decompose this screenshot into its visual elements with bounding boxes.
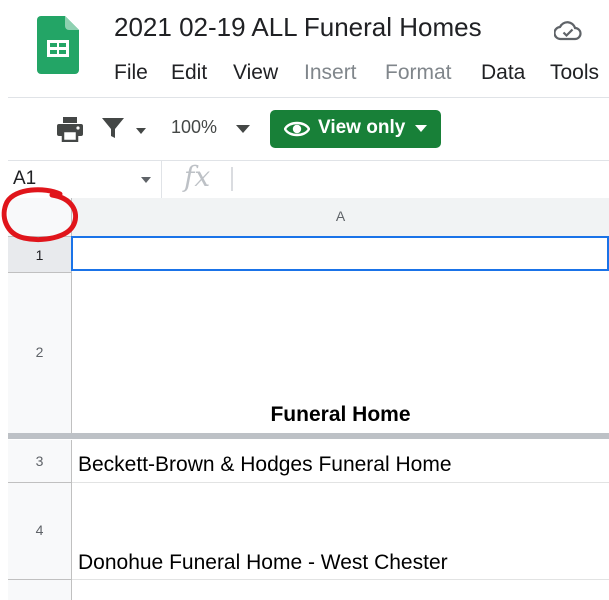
cell-text: Beckett-Brown & Hodges Funeral Home <box>78 453 452 476</box>
column-header-a[interactable]: A <box>72 198 609 237</box>
view-only-label: View only <box>318 117 406 138</box>
cell-a4[interactable]: Donohue Funeral Home - West Chester <box>72 483 609 580</box>
google-sheets-logo[interactable] <box>37 16 79 74</box>
chevron-down-icon[interactable] <box>236 125 250 133</box>
row-header-2[interactable]: 2 <box>8 273 72 434</box>
menu-file[interactable]: File <box>114 61 148 85</box>
column-header-label: A <box>335 208 346 224</box>
cell-a5[interactable] <box>72 580 609 600</box>
cell-a1-selected[interactable] <box>71 236 609 271</box>
filter-icon[interactable] <box>101 116 125 140</box>
header-divider <box>8 97 609 98</box>
document-title[interactable]: 2021 02-19 ALL Funeral Homes <box>114 12 482 43</box>
menu-edit[interactable]: Edit <box>171 61 207 85</box>
menu-format[interactable]: Format <box>385 61 452 85</box>
row-number: 4 <box>35 522 44 538</box>
menu-insert[interactable]: Insert <box>304 61 357 85</box>
menu-data[interactable]: Data <box>481 61 525 85</box>
chevron-down-icon <box>415 125 427 132</box>
namebox-separator <box>161 160 162 198</box>
frozen-rows-divider[interactable] <box>8 433 609 439</box>
menu-tools[interactable]: Tools <box>550 61 599 85</box>
row-number: 3 <box>35 453 44 469</box>
cell-text: Funeral Home <box>270 403 411 426</box>
menu-view[interactable]: View <box>233 61 278 85</box>
annotation-circle <box>1 187 78 242</box>
row-header-4[interactable]: 4 <box>8 483 72 580</box>
formula-separator <box>231 167 233 191</box>
view-only-button[interactable]: View only <box>270 110 441 148</box>
toolbar-divider <box>8 160 609 161</box>
chevron-down-icon[interactable] <box>141 177 151 183</box>
row-header-3[interactable]: 3 <box>8 440 72 483</box>
row-header-5[interactable] <box>8 580 72 600</box>
fx-icon: fx <box>184 160 211 193</box>
row-number: 1 <box>35 247 44 263</box>
print-icon[interactable] <box>56 116 84 142</box>
cell-text: Donohue Funeral Home - West Chester <box>78 551 448 574</box>
chevron-down-icon[interactable] <box>136 128 146 134</box>
cell-a2[interactable]: Funeral Home <box>72 273 609 434</box>
row-number: 2 <box>35 344 44 360</box>
cell-a3[interactable]: Beckett-Brown & Hodges Funeral Home <box>72 440 609 483</box>
cloud-check-icon[interactable] <box>554 20 582 42</box>
zoom-select[interactable]: 100% <box>171 117 217 138</box>
eye-icon <box>284 121 310 137</box>
